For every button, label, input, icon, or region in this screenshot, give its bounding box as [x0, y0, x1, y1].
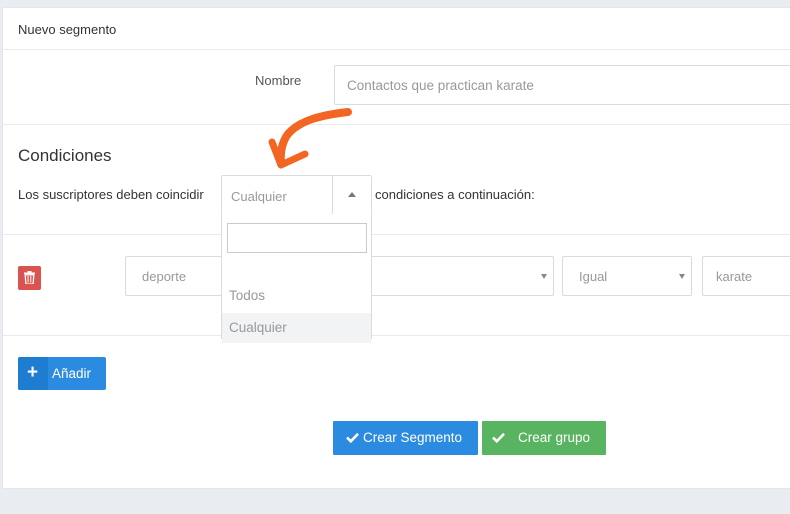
divider [3, 234, 790, 235]
chevron-down-icon [541, 274, 547, 279]
match-type-dropdown: Todos Cualquier [221, 214, 372, 343]
check-icon [346, 432, 359, 443]
create-group-label: Crear grupo [518, 430, 591, 445]
create-group-button[interactable]: Crear grupo [482, 421, 606, 455]
plus-icon: + [27, 362, 39, 383]
trash-icon [24, 271, 35, 284]
plus-icon-container: + [18, 357, 48, 390]
add-button-label: Añadir [52, 366, 92, 381]
create-segment-label: Crear Segmento [363, 430, 463, 445]
operator-select[interactable]: Igual [562, 256, 692, 296]
name-input[interactable] [334, 65, 790, 105]
name-label: Nombre [255, 73, 302, 88]
field-select-value: deporte [142, 269, 187, 284]
chevron-up-icon [348, 192, 356, 197]
dropdown-option-todos[interactable]: Todos [222, 281, 371, 311]
match-suffix-text: condiciones a continuación: [375, 187, 535, 202]
check-icon [492, 432, 505, 443]
create-segment-button[interactable]: Crear Segmento [333, 421, 478, 455]
match-prefix-text: Los suscriptores deben coincidir [18, 187, 204, 202]
operator-select-value: Igual [579, 269, 608, 284]
condition-value-input[interactable]: karate [702, 256, 790, 296]
divider [3, 335, 790, 336]
panel-header: Nuevo segmento [3, 8, 790, 50]
panel-title: Nuevo segmento [18, 22, 117, 37]
condition-value-text: karate [716, 269, 753, 284]
dropdown-search-input[interactable] [227, 223, 367, 253]
match-type-select[interactable]: Cualquier [221, 175, 372, 215]
segment-panel: Nuevo segmento Nombre Condiciones Los su… [2, 7, 790, 489]
chevron-down-icon [679, 274, 685, 279]
conditions-title: Condiciones [18, 146, 112, 165]
divider [3, 124, 790, 125]
delete-condition-button[interactable] [18, 266, 41, 290]
match-type-selected: Cualquier [231, 189, 287, 204]
annotation-arrow-icon [268, 108, 352, 169]
add-condition-button[interactable]: + Añadir [18, 357, 106, 390]
dropdown-toggle[interactable] [332, 176, 371, 214]
dropdown-option-cualquier[interactable]: Cualquier [222, 313, 371, 343]
